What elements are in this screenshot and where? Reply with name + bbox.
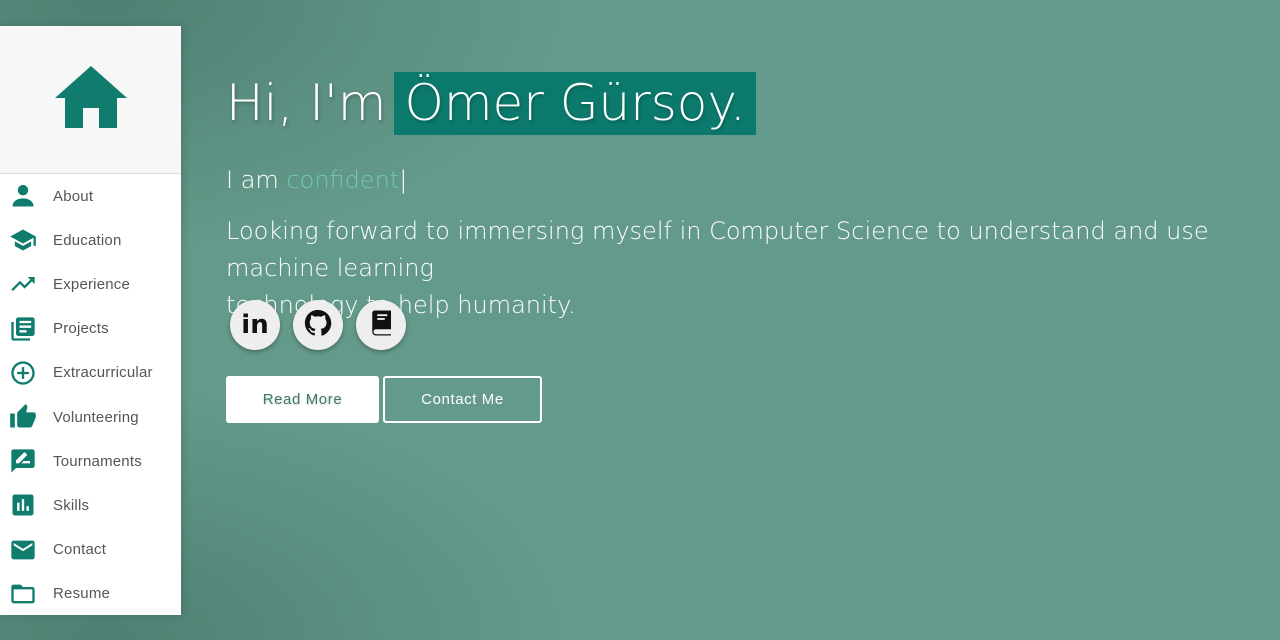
thumbs-up-icon bbox=[0, 403, 44, 431]
folder-icon bbox=[0, 580, 44, 608]
sidebar-item-volunteering[interactable]: Volunteering bbox=[0, 395, 181, 439]
graduation-cap-icon bbox=[0, 226, 44, 254]
home-icon[interactable] bbox=[53, 64, 129, 135]
linkedin-icon: in bbox=[241, 310, 269, 340]
sidebar-item-label: Resume bbox=[53, 585, 111, 603]
book-icon bbox=[366, 308, 396, 343]
typing-cursor: | bbox=[399, 166, 408, 194]
mail-icon bbox=[0, 536, 44, 564]
book-link[interactable] bbox=[356, 300, 406, 350]
sidebar-item-skills[interactable]: Skills bbox=[0, 483, 181, 527]
sidebar-item-label: Education bbox=[53, 231, 122, 249]
sidebar-item-tournaments[interactable]: Tournaments bbox=[0, 439, 181, 483]
linkedin-link[interactable]: in bbox=[230, 300, 280, 350]
plus-circle-icon bbox=[0, 359, 44, 387]
contact-me-button[interactable]: Contact Me bbox=[383, 376, 542, 423]
article-list-icon bbox=[0, 315, 44, 343]
sidebar-item-resume[interactable]: Resume bbox=[0, 572, 181, 616]
github-link[interactable] bbox=[293, 300, 343, 350]
sidebar-header bbox=[0, 26, 181, 174]
typed-word: confident bbox=[286, 166, 400, 194]
read-more-button[interactable]: Read More bbox=[226, 376, 379, 423]
social-links: in bbox=[230, 300, 406, 350]
typed-prefix: I am bbox=[226, 166, 279, 194]
sidebar-item-experience[interactable]: Experience bbox=[0, 262, 181, 306]
person-icon bbox=[0, 182, 44, 210]
sidebar-item-education[interactable]: Education bbox=[0, 218, 181, 262]
trending-up-icon bbox=[0, 270, 44, 298]
greeting-text: Hi, I'm bbox=[226, 74, 387, 132]
sidebar-item-label: Projects bbox=[53, 320, 109, 338]
sidebar-item-label: Tournaments bbox=[53, 452, 142, 470]
sidebar-item-label: About bbox=[53, 187, 94, 205]
sidebar-item-label: Extracurricular bbox=[53, 364, 153, 382]
sidebar-item-contact[interactable]: Contact bbox=[0, 528, 181, 572]
sidebar-item-about[interactable]: About bbox=[0, 174, 181, 218]
bar-chart-icon bbox=[0, 491, 44, 519]
sidebar-item-label: Volunteering bbox=[53, 408, 139, 426]
name-highlight: Ömer Gürsoy. bbox=[394, 72, 756, 135]
github-icon bbox=[303, 308, 333, 343]
page-title: Hi, I'm Ömer Gürsoy. bbox=[226, 72, 756, 135]
sidebar-item-projects[interactable]: Projects bbox=[0, 307, 181, 351]
sidebar-item-extracurricular[interactable]: Extracurricular bbox=[0, 351, 181, 395]
rate-review-icon bbox=[0, 447, 44, 475]
sidebar-item-label: Experience bbox=[53, 275, 131, 293]
sidebar-nav: About Education Experience Projects Extr… bbox=[0, 174, 181, 616]
sidebar: About Education Experience Projects Extr… bbox=[0, 26, 181, 615]
sidebar-item-label: Skills bbox=[53, 496, 90, 514]
hero-heading: Hi, I'm Ömer Gürsoy. bbox=[226, 72, 756, 135]
sidebar-item-label: Contact bbox=[53, 541, 107, 559]
typed-tagline: I am confident| bbox=[226, 166, 407, 194]
